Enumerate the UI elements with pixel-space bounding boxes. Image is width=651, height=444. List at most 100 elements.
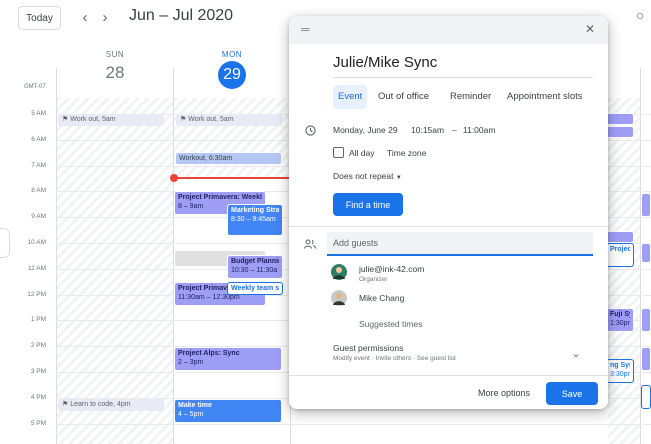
tab-event[interactable]: Event [333, 85, 368, 109]
workout-chip-mon[interactable]: ⚑ Work out, 5am [176, 114, 282, 126]
suggested-times-button[interactable]: Suggested times [359, 319, 422, 329]
event-time: 3:30pm [610, 371, 630, 378]
event-right-1[interactable] [606, 113, 634, 125]
event-title: Budget Plannin [231, 258, 279, 265]
hour-label: 8 AM [31, 187, 46, 195]
event-title: Weekly team s [231, 285, 279, 292]
hour-label: 5 PM [30, 419, 46, 427]
find-a-time-button[interactable]: Find a time [333, 193, 403, 216]
event-budget[interactable]: Budget Plannin 10:30 – 11:30a [227, 255, 283, 279]
tab-reminder[interactable]: Reminder [445, 85, 496, 109]
tab-appointment-slots[interactable]: Appointment slots [502, 85, 588, 109]
dropdown-arrow-icon: ▼ [395, 175, 402, 181]
event-right-6[interactable] [641, 308, 651, 332]
clock-icon [303, 123, 317, 137]
save-button[interactable]: Save [546, 382, 598, 405]
guest-role: Organizer [359, 276, 388, 283]
event-end-time[interactable]: 11:00am [463, 125, 495, 135]
event-start-time[interactable]: 10:15am [411, 125, 444, 135]
close-icon[interactable]: ✕ [585, 22, 595, 36]
avatar-mike [331, 290, 347, 306]
event-title: Workout, 6:30am [179, 155, 233, 162]
tab-out-of-office[interactable]: Out of office [373, 85, 434, 109]
event-title: Projec [610, 246, 630, 253]
event-right-projec[interactable]: Projec [606, 243, 634, 267]
avatar-julie [331, 264, 347, 280]
day-header-mon[interactable]: MON 29 [174, 50, 290, 89]
chevron-right-icon[interactable]: › [96, 8, 114, 26]
guest-permissions-title[interactable]: Guest permissions [333, 343, 403, 353]
guest-name[interactable]: julie@ink-42.com [359, 264, 424, 274]
hour-label: 11 AM [28, 264, 46, 272]
side-panel-toggle[interactable] [0, 228, 10, 258]
event-title: Project Primavera: Weekly [178, 194, 262, 201]
day-name: MON [221, 50, 243, 59]
past-shade [608, 98, 640, 444]
event-time: 10:30 – 11:30a [231, 267, 278, 274]
date-range-title: Jun – Jul 2020 [129, 7, 234, 24]
event-dialog: ═ ✕ Julie/Mike Sync Event Out of office … [289, 16, 608, 409]
time-dash: – [452, 125, 457, 135]
repeat-value: Does not repeat [333, 171, 394, 181]
event-project-alps[interactable]: Project Alps: Sync 2 – 3pm [174, 347, 282, 371]
today-button[interactable]: Today [18, 6, 61, 30]
hour-label: 9 AM [31, 213, 46, 221]
event-title: Marketing Stra [231, 207, 279, 214]
all-day-checkbox[interactable] [333, 147, 344, 158]
repeat-dropdown[interactable]: Does not repeat ▼ [333, 171, 402, 181]
event-time: 2 – 3pm [178, 359, 204, 366]
hour-label: 4 PM [30, 393, 46, 401]
chip-label: Work out, 5am [188, 116, 234, 123]
event-make-time[interactable]: Make time 4 – 5pm [174, 399, 282, 423]
event-title: ng Sync [610, 362, 630, 369]
event-title: Fuji Syn [610, 311, 630, 318]
chevron-down-icon[interactable]: ⌄ [569, 346, 583, 360]
event-title: Project Alps: Sync [178, 350, 240, 357]
event-right-fuji[interactable]: Fuji Syn 1:30pm [606, 308, 634, 332]
event-right-ng-sync[interactable]: ng Sync 3:30pm [606, 359, 634, 383]
event-title: Make time [178, 402, 212, 409]
event-right-2[interactable] [606, 126, 634, 138]
day-number[interactable]: 28 [57, 63, 173, 83]
search-icon[interactable]: ○ [636, 7, 644, 23]
event-right-3[interactable] [641, 193, 651, 217]
current-time-line [174, 177, 290, 179]
event-right-8[interactable] [641, 385, 651, 409]
event-time: 4 – 5pm [178, 411, 204, 418]
hour-label: 1 PM [30, 316, 46, 324]
hour-label: 5 AM [31, 110, 46, 117]
day-header-sun[interactable]: SUN 28 [57, 50, 173, 83]
hour-label: 3 PM [30, 368, 46, 375]
learn-chip-sun[interactable]: ⚑ Learn to code, 4pm [58, 399, 164, 411]
day-number-today[interactable]: 29 [218, 61, 246, 89]
event-right-7[interactable] [641, 347, 651, 371]
day-name: SUN [105, 50, 125, 59]
event-title-input[interactable]: Julie/Mike Sync [333, 54, 593, 78]
event-time: 1:30pm [610, 320, 630, 327]
event-weekly-team[interactable]: Weekly team s [227, 282, 283, 295]
event-workout[interactable]: Workout, 6:30am [175, 152, 282, 165]
event-right-4[interactable] [606, 231, 634, 243]
past-shade [57, 98, 173, 444]
event-marketing[interactable]: Marketing Stra 8:30 – 9:45am [227, 204, 283, 236]
divider [289, 375, 608, 376]
guest-permissions-summary: Modify event · Invite others · See guest… [333, 355, 456, 362]
dialog-header[interactable]: ═ ✕ [289, 16, 608, 44]
more-options-button[interactable]: More options [478, 388, 530, 398]
drag-handle-icon[interactable]: ═ [301, 22, 310, 36]
hour-label: 2 PM [30, 342, 46, 350]
timezone-label: GMT-07 [24, 84, 46, 90]
chip-label: Work out, 5am [70, 116, 116, 123]
all-day-label: All day [349, 148, 375, 158]
chip-label: Learn to code, 4pm [70, 401, 131, 408]
chevron-left-icon[interactable]: ‹ [76, 8, 94, 26]
event-right-5[interactable] [641, 243, 651, 263]
hour-label: 12 PM [27, 290, 46, 298]
add-guests-input[interactable]: Add guests [327, 232, 593, 256]
time-zone-button[interactable]: Time zone [387, 148, 426, 158]
hour-label: 6 AM [31, 135, 46, 143]
hour-gridline [56, 423, 651, 425]
workout-chip-sun[interactable]: ⚑ Work out, 5am [58, 114, 164, 126]
guest-name[interactable]: Mike Chang [359, 293, 404, 303]
event-date[interactable]: Monday, June 29 [333, 125, 398, 135]
